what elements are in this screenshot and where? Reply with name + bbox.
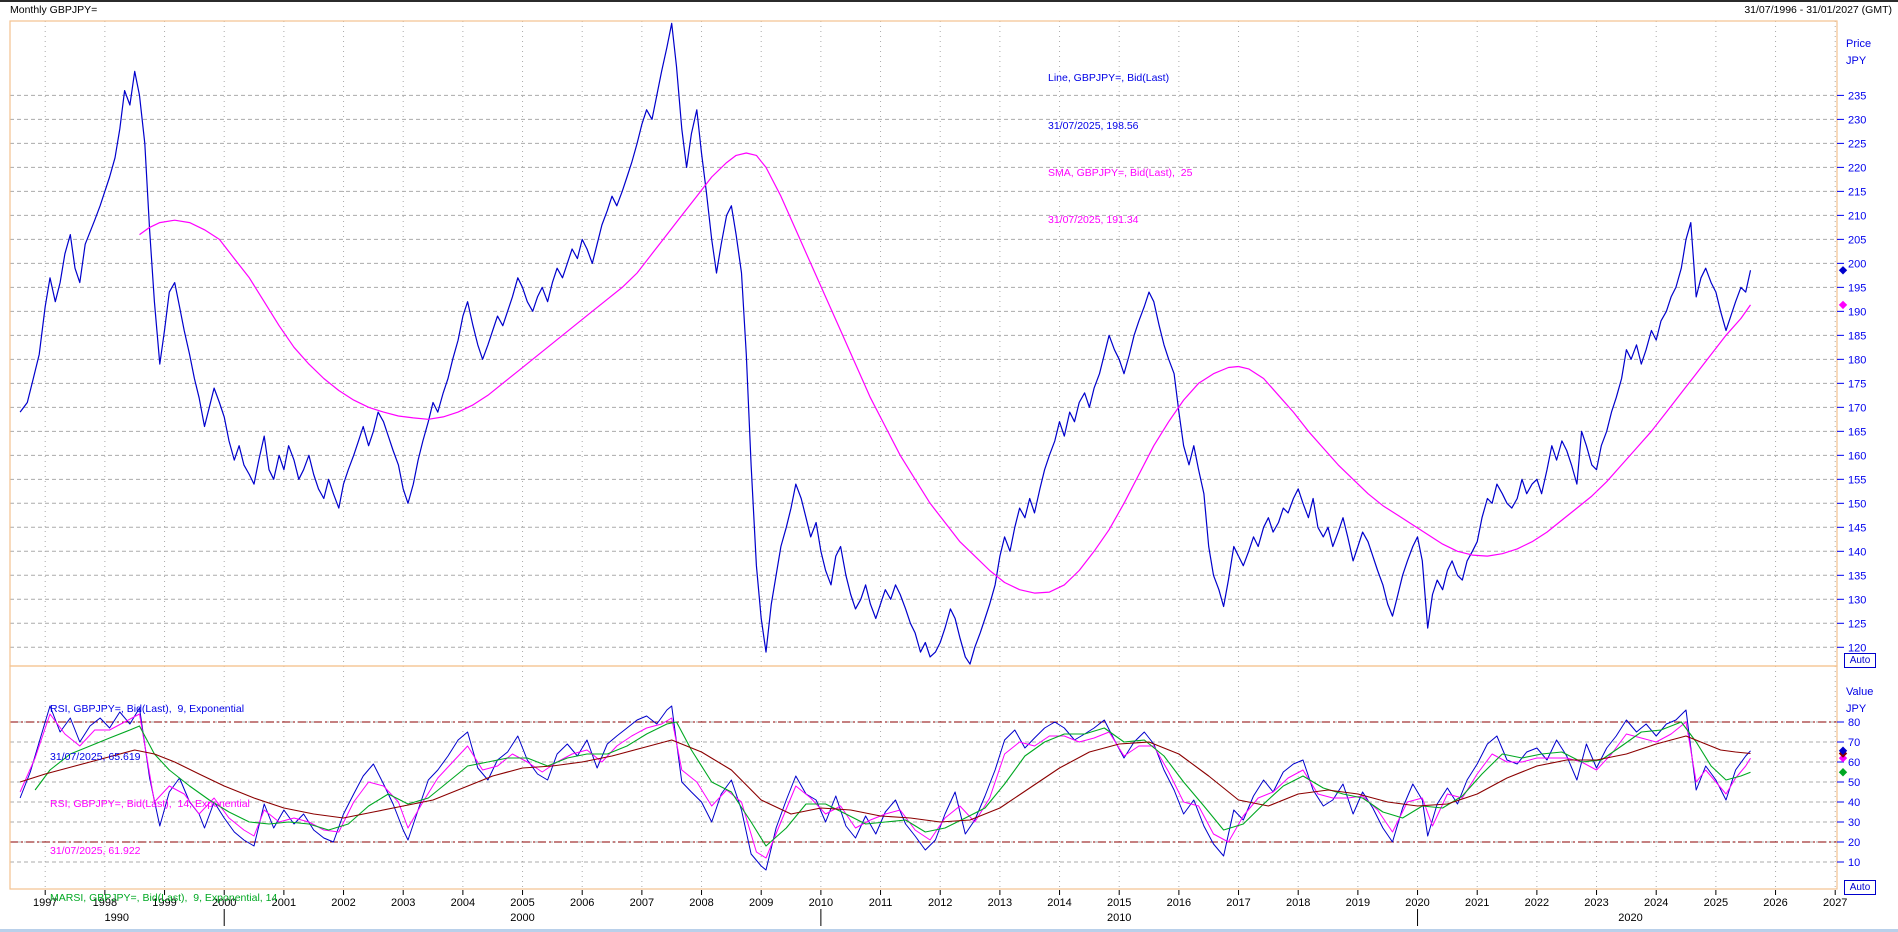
price-tick-label: 125	[1848, 618, 1866, 630]
year-label: 2013	[988, 897, 1012, 909]
year-label: 2019	[1346, 897, 1370, 909]
price-tick-label: 235	[1848, 90, 1866, 102]
value-tick-label: 10	[1848, 857, 1860, 869]
price-tick-label: 160	[1848, 450, 1866, 462]
price-legend: Line, GBPJPY=, Bid(Last) 31/07/2025, 198…	[1048, 40, 1192, 260]
marsi9-legend-line: MARSI, GBPJPY=, Bid(Last), 9, Exponentia…	[50, 891, 283, 907]
value-axis-title: Value JPY	[1846, 684, 1873, 718]
price-last-marker-0	[1839, 266, 1847, 274]
year-label: 2023	[1584, 897, 1608, 909]
price-tick-label: 140	[1848, 546, 1866, 558]
price-tick-label: 165	[1848, 426, 1866, 438]
year-label: 2003	[391, 897, 415, 909]
decade-label: 2010	[1107, 912, 1131, 924]
year-label: 2012	[928, 897, 952, 909]
value-tick-label: 50	[1848, 777, 1860, 789]
price-last-marker-1	[1839, 301, 1847, 309]
price-tick-label: 145	[1848, 522, 1866, 534]
price-auto-scale-button[interactable]: Auto	[1844, 653, 1876, 668]
rsi-chart-area[interactable]	[10, 666, 1837, 889]
price-tick-label: 195	[1848, 282, 1866, 294]
year-label: 2020	[1405, 897, 1429, 909]
year-label: 2014	[1047, 897, 1071, 909]
price-axis-title-line2: JPY	[1846, 53, 1871, 70]
price-tick-label: 170	[1848, 402, 1866, 414]
decade-label: 2000	[510, 912, 534, 924]
rsi9-legend-line: RSI, GBPJPY=, Bid(Last), 9, Exponential	[50, 702, 283, 718]
year-label: 2022	[1525, 897, 1549, 909]
year-label: 2025	[1704, 897, 1728, 909]
price-tick-label: 215	[1848, 186, 1866, 198]
year-label: 2009	[749, 897, 773, 909]
year-label: 2005	[510, 897, 534, 909]
rsi14-legend-line: RSI, GBPJPY=, Bid(Last), 14, Exponential	[50, 797, 283, 813]
year-label: 2002	[331, 897, 355, 909]
value-auto-scale-button[interactable]: Auto	[1844, 880, 1876, 895]
price-tick-label: 225	[1848, 138, 1866, 150]
value-tick-label: 30	[1848, 817, 1860, 829]
rsi14-legend-value: 31/07/2025, 61.922	[50, 844, 283, 860]
price-tick-label: 185	[1848, 330, 1866, 342]
price-tick-label: 155	[1848, 474, 1866, 486]
sma-legend-line: SMA, GBPJPY=, Bid(Last), 25	[1048, 166, 1192, 182]
price-tick-label: 180	[1848, 354, 1866, 366]
value-tick-label: 60	[1848, 757, 1860, 769]
price-tick-label: 190	[1848, 306, 1866, 318]
year-label: 2011	[869, 897, 893, 909]
chart-svg: 235 230 225 220 215 210 205 200 195 190 185 180 175 1…	[0, 0, 1898, 932]
year-label: 2017	[1226, 897, 1250, 909]
price-tick-label: 205	[1848, 234, 1866, 246]
value-tick-label: 70	[1848, 737, 1860, 749]
value-tick-label: 40	[1848, 797, 1860, 809]
value-last-marker-3	[1839, 768, 1847, 776]
price-tick-label: 150	[1848, 498, 1866, 510]
price-legend-value: 31/07/2025, 198.56	[1048, 119, 1192, 135]
price-tick-label: 175	[1848, 378, 1866, 390]
price-chart-area[interactable]	[10, 21, 1837, 666]
price-legend-line: Line, GBPJPY=, Bid(Last)	[1048, 71, 1192, 87]
price-axis-title: Price JPY	[1846, 36, 1871, 70]
rsi9-legend-value: 31/07/2025, 65.619	[50, 750, 283, 766]
value-axis-title-line2: JPY	[1846, 701, 1873, 718]
year-label: 2004	[451, 897, 475, 909]
value-tick-label: 80	[1848, 717, 1860, 729]
year-label: 2016	[1167, 897, 1191, 909]
chart-window: Monthly GBPJPY= 31/07/1996 - 31/01/2027 …	[0, 0, 1898, 932]
price-tick-label: 135	[1848, 570, 1866, 582]
year-label: 2008	[689, 897, 713, 909]
year-label: 2024	[1644, 897, 1668, 909]
year-label: 2018	[1286, 897, 1310, 909]
price-axis-title-line1: Price	[1846, 36, 1871, 53]
value-axis-title-line1: Value	[1846, 684, 1873, 701]
year-label: 2007	[630, 897, 654, 909]
year-label: 2027	[1823, 897, 1847, 909]
sma-legend-value: 31/07/2025, 191.34	[1048, 213, 1192, 229]
value-tick-label: 20	[1848, 837, 1860, 849]
price-tick-label: 130	[1848, 594, 1866, 606]
year-label: 2006	[570, 897, 594, 909]
price-tick-label: 220	[1848, 162, 1866, 174]
year-label: 2015	[1107, 897, 1131, 909]
rsi-legend: RSI, GBPJPY=, Bid(Last), 9, Exponential …	[50, 671, 283, 932]
year-label: 2026	[1763, 897, 1787, 909]
decade-label: 2020	[1618, 912, 1642, 924]
price-tick-label: 210	[1848, 210, 1866, 222]
year-label: 2021	[1465, 897, 1489, 909]
year-label: 2010	[809, 897, 833, 909]
price-tick-label: 230	[1848, 114, 1866, 126]
price-tick-label: 200	[1848, 258, 1866, 270]
